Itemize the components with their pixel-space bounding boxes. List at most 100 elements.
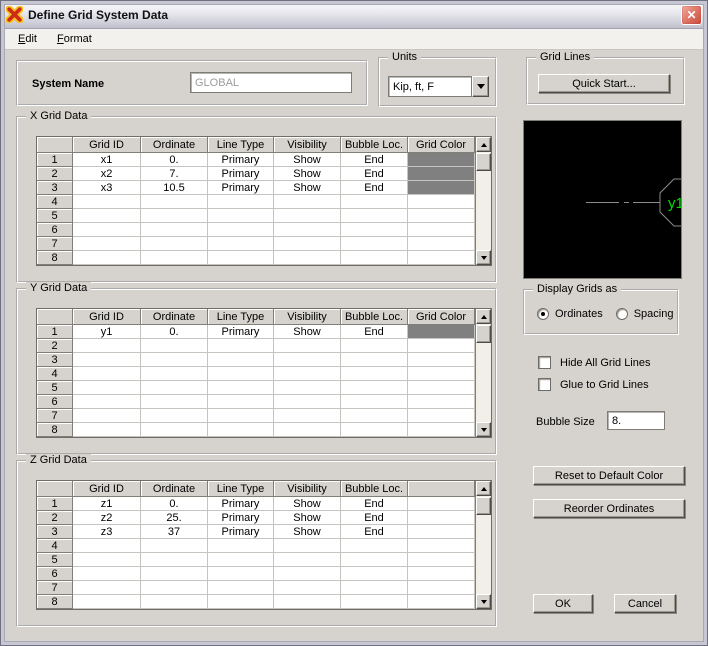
grid-cell[interactable]: 7. — [141, 167, 208, 181]
grid-cell[interactable]: x2 — [73, 167, 141, 181]
grid-cell[interactable] — [408, 395, 475, 409]
grid-cell[interactable] — [141, 567, 208, 581]
radio-spacing-label[interactable]: Spacing — [634, 308, 674, 320]
grid-cell[interactable] — [141, 367, 208, 381]
grid-cell[interactable] — [341, 539, 408, 553]
scroll-up-button[interactable] — [476, 137, 491, 152]
grid-cell[interactable] — [141, 237, 208, 251]
grid-cell[interactable] — [274, 237, 341, 251]
row-number[interactable]: 3 — [37, 353, 73, 367]
grid-cell[interactable] — [274, 339, 341, 353]
close-button[interactable]: ✕ — [681, 4, 702, 25]
scroll-down-button[interactable] — [476, 250, 491, 265]
grid-cell[interactable] — [73, 223, 141, 237]
grid-cell[interactable]: z2 — [73, 511, 141, 525]
grid-cell[interactable] — [341, 223, 408, 237]
grid-cell[interactable]: Show — [274, 511, 341, 525]
grid-cell[interactable]: 0. — [141, 497, 208, 511]
row-number[interactable]: 3 — [37, 181, 73, 195]
ok-button[interactable]: OK — [533, 594, 593, 613]
grid-color-cell[interactable] — [408, 325, 475, 339]
radio-ordinates[interactable] — [537, 308, 549, 320]
quick-start-button[interactable]: Quick Start... — [538, 74, 670, 93]
grid-cell[interactable] — [208, 237, 274, 251]
grid-cell[interactable] — [408, 223, 475, 237]
radio-ordinates-label[interactable]: Ordinates — [555, 308, 603, 320]
grid-cell[interactable]: Show — [274, 325, 341, 339]
grid-cell[interactable] — [141, 381, 208, 395]
grid-cell[interactable] — [141, 423, 208, 437]
grid-cell[interactable] — [274, 553, 341, 567]
row-number[interactable]: 1 — [37, 153, 73, 167]
row-number[interactable]: 1 — [37, 325, 73, 339]
grid-cell[interactable] — [408, 567, 475, 581]
grid-cell[interactable] — [408, 353, 475, 367]
grid-cell[interactable] — [141, 553, 208, 567]
grid-cell[interactable]: End — [341, 525, 408, 539]
table-scrollbar[interactable] — [475, 137, 491, 265]
grid-cell[interactable] — [141, 539, 208, 553]
grid-cell[interactable] — [208, 581, 274, 595]
grid-cell[interactable] — [408, 525, 475, 539]
grid-cell[interactable] — [408, 423, 475, 437]
radio-spacing[interactable] — [615, 308, 628, 320]
grid-cell[interactable] — [274, 423, 341, 437]
grid-cell[interactable] — [408, 409, 475, 423]
grid-cell[interactable]: End — [341, 153, 408, 167]
row-number[interactable]: 6 — [37, 567, 73, 581]
grid-cell[interactable] — [274, 209, 341, 223]
grid-cell[interactable] — [208, 209, 274, 223]
grid-color-cell[interactable] — [408, 181, 475, 195]
scroll-thumb[interactable] — [476, 325, 491, 343]
grid-cell[interactable] — [208, 395, 274, 409]
checkbox-glue-grid-lines[interactable] — [538, 378, 551, 391]
scroll-thumb[interactable] — [476, 497, 491, 515]
grid-cell[interactable] — [73, 553, 141, 567]
grid-cell[interactable]: z1 — [73, 497, 141, 511]
grid-cell[interactable]: 25. — [141, 511, 208, 525]
grid-cell[interactable] — [274, 381, 341, 395]
grid-cell[interactable] — [341, 581, 408, 595]
grid-cell[interactable]: Primary — [208, 181, 274, 195]
grid-cell[interactable] — [141, 581, 208, 595]
grid-cell[interactable] — [274, 353, 341, 367]
table-scrollbar[interactable] — [475, 481, 491, 609]
checkbox-hide-grid-lines[interactable] — [538, 356, 551, 369]
grid-cell[interactable] — [408, 339, 475, 353]
grid-cell[interactable] — [208, 595, 274, 609]
row-number[interactable]: 7 — [37, 409, 73, 423]
grid-cell[interactable]: 0. — [141, 325, 208, 339]
grid-cell[interactable] — [208, 339, 274, 353]
grid-cell[interactable] — [141, 195, 208, 209]
grid-cell[interactable] — [73, 395, 141, 409]
row-number[interactable]: 7 — [37, 237, 73, 251]
grid-cell[interactable]: Primary — [208, 325, 274, 339]
cancel-button[interactable]: Cancel — [614, 594, 676, 613]
grid-cell[interactable] — [73, 581, 141, 595]
grid-cell[interactable] — [274, 409, 341, 423]
grid-cell[interactable] — [408, 553, 475, 567]
grid-cell[interactable] — [408, 539, 475, 553]
grid-cell[interactable]: Primary — [208, 511, 274, 525]
grid-cell[interactable] — [341, 353, 408, 367]
grid-cell[interactable] — [73, 251, 141, 265]
scroll-thumb[interactable] — [476, 153, 491, 171]
grid-cell[interactable]: Primary — [208, 153, 274, 167]
grid-cell[interactable] — [341, 595, 408, 609]
grid-cell[interactable]: Show — [274, 181, 341, 195]
row-number[interactable]: 7 — [37, 581, 73, 595]
grid-cell[interactable] — [73, 339, 141, 353]
grid-cell[interactable] — [408, 209, 475, 223]
grid-cell[interactable]: x3 — [73, 181, 141, 195]
grid-cell[interactable] — [208, 223, 274, 237]
grid-cell[interactable] — [73, 195, 141, 209]
grid-cell[interactable]: 10.5 — [141, 181, 208, 195]
grid-cell[interactable] — [274, 595, 341, 609]
grid-cell[interactable] — [274, 581, 341, 595]
menu-item-format[interactable]: Format — [50, 31, 99, 47]
row-number[interactable]: 3 — [37, 525, 73, 539]
grid-cell[interactable] — [73, 209, 141, 223]
grid-cell[interactable] — [274, 367, 341, 381]
grid-cell[interactable] — [73, 237, 141, 251]
grid-cell[interactable] — [73, 381, 141, 395]
